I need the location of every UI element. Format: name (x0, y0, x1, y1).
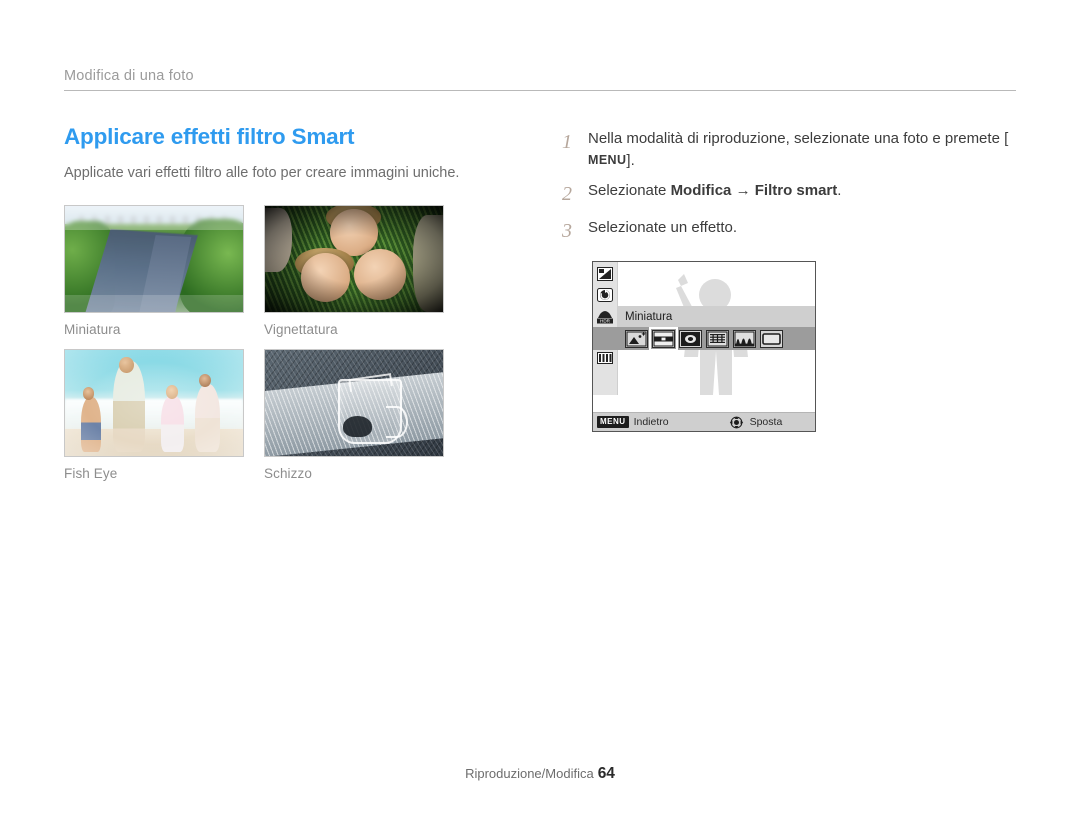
sample-caption: Schizzo (264, 466, 312, 482)
lcd-footer-bar: MENU Indietro Sposta (593, 412, 815, 431)
step-text: Nella modalità di riproduzione, selezion… (588, 128, 1022, 172)
sample-caption: Miniatura (64, 322, 121, 338)
step-number: 2 (562, 183, 572, 206)
resize-icon[interactable] (596, 266, 614, 282)
header-divider (64, 90, 1016, 91)
menu-path-arrow: → (731, 182, 755, 200)
dpad-icon[interactable] (729, 416, 744, 429)
lcd-effect-row (593, 326, 815, 351)
step-1-text: Nella modalità di riproduzione, selezion… (588, 130, 1009, 147)
step-3: 3 Selezionate un effetto. (562, 217, 1022, 246)
page-footer: Riproduzione/Modifica 64 (0, 765, 1080, 783)
sample-caption: Fish Eye (64, 466, 118, 482)
step-2-prefix: Selezionate (588, 182, 671, 200)
acb-hdr-icon[interactable]: HDR (596, 308, 614, 324)
menu-path-modifica: Modifica (670, 182, 732, 200)
page-number: 64 (597, 765, 615, 782)
page-title: Applicare effetti filtro Smart (64, 124, 355, 149)
step-text: Selezionate un effetto. (588, 219, 738, 237)
sketch-icon[interactable] (760, 329, 783, 348)
step-text: Selezionate Modifica → Filtro smart. (588, 180, 1022, 202)
sample-schizzo: Schizzo (264, 349, 444, 481)
left-column: Applicare effetti filtro Smart Applicate… (64, 124, 519, 493)
svg-text:HDR: HDR (600, 319, 611, 324)
instruction-steps: 1 Nella modalità di riproduzione, selezi… (562, 128, 1022, 246)
normal-icon[interactable] (625, 329, 648, 348)
page-header: Modifica di una foto (64, 68, 1016, 91)
halftone-dot-icon[interactable] (706, 329, 729, 348)
menu-path-filtro-smart: Filtro smart (754, 182, 838, 200)
sample-fish-eye: Fish Eye (64, 349, 244, 481)
lcd-back-label: Indietro (633, 416, 669, 428)
section-intro: Applicate vari effetti filtro alle foto … (64, 164, 460, 181)
rotate-icon[interactable] (596, 287, 614, 303)
sample-thumbnail-vignettatura (264, 205, 444, 314)
lcd-screen-body: HDR Miniatura (593, 262, 815, 413)
step-number: 3 (562, 220, 572, 243)
sample-thumbnail-schizzo (264, 349, 444, 458)
lcd-selected-effect-label: Miniatura (617, 306, 815, 327)
fish-eye-icon[interactable] (733, 329, 756, 348)
sample-image-grid: Miniatura Vignettatura Fish Eye Schizzo (64, 205, 464, 493)
breadcrumb: Modifica di una foto (64, 68, 194, 84)
lcd-effect-name: Miniatura (625, 310, 673, 323)
sample-miniatura: Miniatura (64, 205, 244, 337)
step-1-suffix: ]. (626, 152, 635, 170)
menu-chip-icon[interactable]: MENU (597, 416, 629, 428)
adjust-icon[interactable] (596, 350, 614, 366)
sample-vignettatura: Vignettatura (264, 205, 444, 337)
sample-caption: Vignettatura (264, 322, 338, 338)
footer-section-label: Riproduzione/Modifica (465, 766, 594, 781)
lcd-move-label: Sposta (749, 416, 783, 428)
sample-thumbnail-miniatura (64, 205, 244, 314)
step-1: 1 Nella modalità di riproduzione, selezi… (562, 128, 1022, 172)
vignette-icon[interactable] (679, 329, 702, 348)
step-2: 2 Selezionate Modifica → Filtro smart. (562, 180, 1022, 209)
sample-thumbnail-fish-eye (64, 349, 244, 458)
menu-key-badge: MENU (588, 153, 627, 168)
step-number: 1 (562, 131, 572, 153)
miniature-icon[interactable] (649, 326, 678, 351)
step-2-suffix: . (837, 182, 842, 200)
camera-lcd-mockup: HDR Miniatura MENU Indietro Sposta (592, 261, 816, 432)
right-column: 1 Nella modalità di riproduzione, selezi… (562, 128, 1022, 254)
